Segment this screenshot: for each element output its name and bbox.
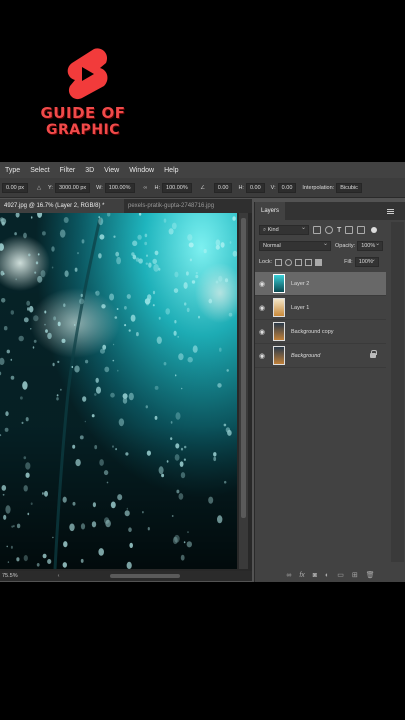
layer-thumbnail [273, 274, 285, 293]
lock-image-icon[interactable] [285, 258, 293, 266]
document-tabs: 4927.jpg @ 16.7% (Layer 2, RGB/8) * pexe… [0, 199, 252, 213]
tab-layers[interactable]: Layers [255, 202, 286, 220]
type-filter-icon[interactable]: T [337, 227, 341, 234]
canvas-vertical-scrollbar[interactable] [239, 213, 248, 569]
logo-line-1: GUIDE OF [40, 104, 126, 122]
canvas-horizontal-scrollbar[interactable] [110, 574, 180, 578]
kind-label: Kind [267, 227, 279, 233]
layer-thumbnail [273, 298, 285, 317]
mask-icon[interactable]: ◙ [313, 572, 317, 579]
layer-row-background[interactable]: ◉ Background [255, 344, 386, 368]
rain-glass-photo[interactable] [0, 213, 237, 569]
x-field[interactable]: 0.00 px [2, 182, 29, 193]
blend-row: Normal Opacity: 100% [259, 240, 386, 252]
menu-select[interactable]: Select [25, 167, 54, 174]
opacity-label: Opacity: [335, 243, 356, 249]
shape-filter-icon[interactable] [345, 226, 354, 234]
layers-panel-header: Layers [255, 202, 405, 220]
new-layer-icon[interactable]: ⊞ [352, 571, 358, 579]
visibility-eye-icon[interactable]: ◉ [255, 328, 269, 336]
opacity-field[interactable]: 100% [357, 240, 384, 251]
status-bar: 75.5% ‹ [0, 571, 252, 581]
tab-inactive-document[interactable]: pexels-pratik-gupta-2748716.jpg [124, 199, 218, 213]
zoom-readout: 75.5% [2, 573, 18, 579]
photoshop-window: Type Select Filter 3D View Window Help 0… [0, 162, 405, 582]
visibility-eye-icon[interactable]: ◉ [255, 304, 269, 312]
layer-row-layer-2[interactable]: ◉ Layer 2 [255, 272, 386, 296]
angle-icon: ∠ [200, 184, 206, 191]
lock-transparent-icon[interactable] [275, 258, 283, 266]
fx-icon[interactable]: fx [299, 572, 304, 579]
layer-row-background-copy[interactable]: ◉ Background copy [255, 320, 386, 344]
menu-help[interactable]: Help [159, 167, 183, 174]
lock-all-icon[interactable] [315, 258, 323, 266]
interpolation-select[interactable]: Bicubic [336, 182, 362, 193]
menu-view[interactable]: View [99, 167, 124, 174]
angle-field[interactable]: 0.00 [213, 182, 233, 193]
lock-row: Lock: Fill: 100% [259, 256, 386, 268]
panel-menu-icon[interactable] [387, 209, 394, 214]
h-label: H: [154, 184, 161, 191]
lock-position-icon[interactable] [295, 258, 303, 266]
tab-inactive-label: pexels-pratik-gupta-2748716.jpg [128, 203, 215, 209]
layer-thumbnail [273, 322, 285, 341]
blend-mode-select[interactable]: Normal [259, 240, 331, 251]
vskew-field[interactable]: 0.00 [277, 182, 297, 193]
adjustment-filter-icon[interactable] [325, 226, 333, 234]
filter-row: ⌕ Kind T [259, 224, 386, 236]
trash-icon[interactable]: 🗑 [366, 571, 375, 579]
w-label: W: [96, 184, 103, 191]
w-field[interactable]: 100.00% [104, 182, 135, 193]
layers-panel-footer: ∞ fx ◙ ◐ ▭ ⊞ 🗑 [255, 568, 405, 582]
logo-line-2: GRAPHIC [45, 122, 121, 138]
layer-row-layer-1[interactable]: ◉ Layer 1 [255, 296, 386, 320]
vskew-label: V: [270, 184, 276, 191]
layer-name: Layer 1 [291, 304, 310, 311]
y-field[interactable]: 3000.00 px [54, 182, 91, 193]
link-icon[interactable]: ∞ [286, 572, 291, 579]
lock-icon [370, 350, 377, 358]
tab-active-document[interactable]: 4927.jpg @ 16.7% (Layer 2, RGB/8) * [0, 199, 124, 213]
y-label: Y: [48, 184, 53, 191]
layer-name: Background [291, 352, 321, 359]
panel-scrollbar[interactable] [391, 222, 404, 562]
visibility-eye-icon[interactable]: ◉ [255, 280, 269, 288]
menu-bar: Type Select Filter 3D View Window Help [0, 162, 405, 178]
lock-artboard-icon[interactable] [305, 258, 313, 266]
interpolation-label: Interpolation: [302, 184, 335, 191]
pixel-filter-icon[interactable] [313, 226, 321, 234]
fill-field[interactable]: 100% [354, 256, 379, 267]
filter-toggle-icon[interactable] [371, 227, 378, 233]
options-bar: 0.00 px △ Y: 3000.00 px W: 100.00% ∞ H: 100… [0, 178, 405, 198]
kind-filter-select[interactable]: ⌕ Kind [259, 224, 309, 235]
layer-name: Layer 2 [291, 280, 310, 287]
layers-panel: Layers ⌕ Kind T Normal Opacity: 100% Loc… [254, 202, 405, 582]
tab-active-label: 4927.jpg @ 16.7% (Layer 2, RGB/8) * [4, 203, 105, 209]
hskew-field[interactable]: 0.00 [245, 182, 265, 193]
layer-thumbnail [273, 346, 285, 365]
status-arrow-icon[interactable]: ‹ [58, 573, 60, 579]
layer-name: Background copy [291, 328, 334, 335]
adjustment-icon[interactable]: ◐ [325, 572, 329, 579]
hskew-label: H: [238, 184, 244, 191]
visibility-eye-icon[interactable]: ◉ [255, 352, 269, 360]
delta-icon[interactable]: △ [34, 185, 44, 191]
canvas-area: 75.5% ‹ [0, 213, 252, 581]
group-icon[interactable]: ▭ [337, 571, 344, 579]
channel-logo: GUIDE OF GRAPHIC [28, 46, 138, 146]
menu-window[interactable]: Window [124, 167, 159, 174]
menu-filter[interactable]: Filter [55, 167, 81, 174]
fill-label: Fill: [344, 259, 353, 265]
link-proportions-icon[interactable]: ∞ [141, 185, 151, 191]
menu-type[interactable]: Type [0, 167, 25, 174]
smart-object-filter-icon[interactable] [357, 226, 366, 234]
h-field[interactable]: 100.00% [162, 182, 192, 193]
menu-3d[interactable]: 3D [80, 167, 99, 174]
shorts-logo-icon [67, 48, 108, 100]
lock-label: Lock: [259, 259, 273, 265]
search-icon: ⌕ [263, 227, 267, 233]
